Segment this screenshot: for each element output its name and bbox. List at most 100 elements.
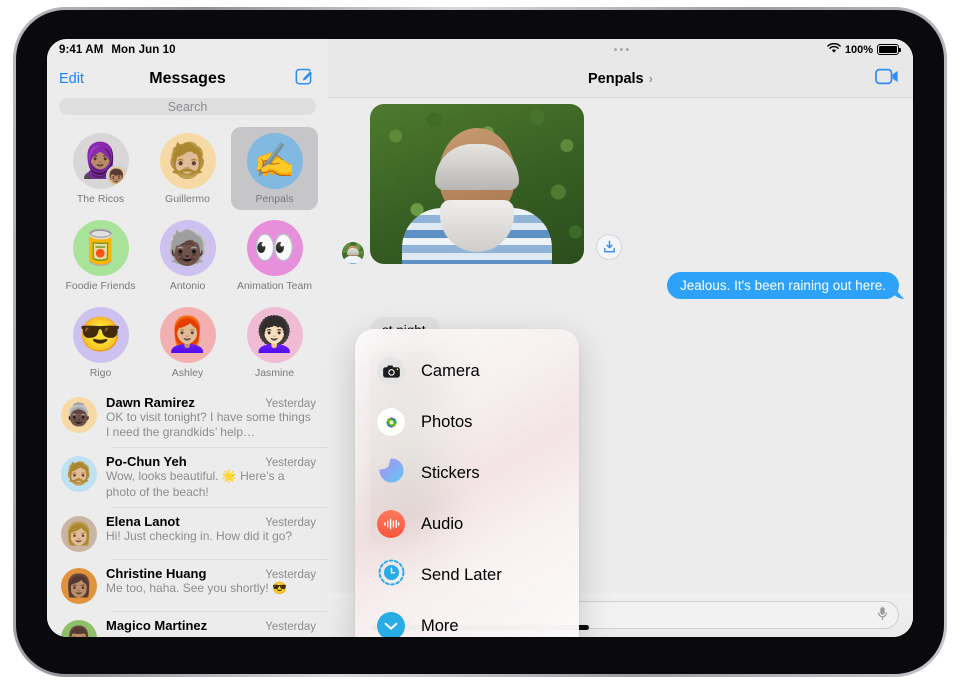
facetime-video-icon[interactable]: [875, 68, 899, 90]
ipad-screen: 9:41 AM Mon Jun 10 Edit Messages Search …: [47, 39, 913, 637]
attach-menu-item-more[interactable]: More: [355, 602, 579, 637]
pinned-conversation-animation-team[interactable]: 👀 Animation Team: [231, 214, 318, 297]
conversation-body: Magico Martinez Yesterday: [106, 618, 316, 637]
pinned-avatar: 🧓🏿: [159, 220, 216, 276]
avatar-emoji: 😎: [79, 316, 122, 354]
avatar-emoji: 👨🏽: [65, 625, 92, 637]
conversation-body: Po-Chun Yeh Yesterday Wow, looks beautiful…: [106, 454, 316, 499]
attach-menu-item-camera[interactable]: Camera: [355, 347, 579, 395]
pinned-avatar: 👩🏼‍🦰: [159, 307, 216, 363]
sidebar-header: Edit Messages: [47, 60, 328, 98]
pinned-label: Rigo: [89, 367, 112, 379]
edit-button[interactable]: Edit: [59, 71, 84, 87]
avatar-emoji: 👩🏼‍🦰: [166, 316, 209, 354]
pinned-label: Antonio: [169, 280, 206, 292]
audio-waveform-icon: [377, 510, 405, 538]
attach-menu-label: Send Later: [421, 565, 502, 584]
message-preview: Hi! Just checking in. How did it go?: [106, 528, 293, 543]
clock-dashed-icon: [378, 559, 405, 591]
attach-menu-item-audio[interactable]: Audio: [355, 500, 579, 548]
conversation-list: 👵🏿 Dawn Ramirez Yesterday OK to visit tonig…: [47, 386, 328, 637]
status-time: 9:41 AM: [59, 43, 104, 56]
message-timestamp: Yesterday: [265, 568, 316, 581]
microphone-icon[interactable]: [877, 606, 888, 624]
conversation-body: Dawn Ramirez Yesterday OK to visit tonight…: [106, 395, 316, 440]
pinned-avatar: 🥫: [72, 220, 129, 276]
camera-icon: [377, 357, 405, 385]
message-timestamp: Yesterday: [265, 457, 316, 470]
contact-avatar: 👩🏽: [61, 567, 97, 604]
avatar-emoji: 👵🏿: [65, 402, 93, 427]
attach-menu-label: Audio: [421, 514, 464, 533]
attachment-menu: Camera Photos Stickers Audio Send Later More: [355, 329, 579, 637]
pinned-label: Jasmine: [254, 367, 295, 379]
conversation-title-button[interactable]: Penpals ›: [588, 71, 653, 87]
conversation-list-item[interactable]: 👵🏿 Dawn Ramirez Yesterday OK to visit tonig…: [47, 388, 328, 447]
pinned-conversation-foodie-friends[interactable]: 🥫 Foodie Friends: [57, 214, 144, 297]
conversation-list-item[interactable]: 🧔🏼 Po-Chun Yeh Yesterday Wow, looks beautif…: [47, 447, 328, 506]
photo-attachment[interactable]: [370, 104, 584, 264]
pinned-avatar: 👀: [246, 220, 303, 276]
conversation-top-row: Po-Chun Yeh Yesterday: [106, 454, 316, 469]
pinned-label: Foodie Friends: [65, 280, 136, 292]
avatar-emoji: 🧔🏼: [65, 461, 93, 487]
conversation-list-item[interactable]: 👩🏼 Elena Lanot Yesterday Hi! Just checking …: [47, 506, 328, 559]
pinned-label: Ashley: [171, 367, 204, 379]
avatar-emoji: 👀: [253, 229, 296, 267]
pinned-avatar: 🧔🏼: [159, 133, 216, 189]
download-icon[interactable]: [596, 234, 622, 260]
page-title: Messages: [149, 70, 226, 87]
attach-menu-item-stickers[interactable]: Stickers: [355, 449, 579, 497]
status-indicators: 100%: [827, 42, 901, 57]
attach-menu-label: Stickers: [421, 463, 480, 482]
contact-avatar: 👨🏽: [61, 619, 97, 637]
contact-name: Po-Chun Yeh: [106, 454, 187, 470]
attach-menu-label: More: [421, 616, 459, 635]
sender-avatar: [342, 242, 364, 264]
pinned-conversation-ashley[interactable]: 👩🏼‍🦰 Ashley: [144, 301, 231, 384]
pinned-conversation-the-ricos[interactable]: 🧕🏽 👦🏽 The Ricos: [57, 127, 144, 210]
chevron-down-circle-icon: [377, 612, 405, 637]
multitask-dots: •••: [613, 43, 632, 56]
pinned-label: Guillermo: [165, 193, 210, 205]
clock-dashed-icon: [377, 559, 405, 591]
multitask-grabber[interactable]: •••: [328, 43, 827, 56]
attach-menu-item-photos[interactable]: Photos: [355, 398, 579, 446]
status-bar-left: 9:41 AM Mon Jun 10: [47, 39, 328, 60]
conversation-body: Elena Lanot Yesterday Hi! Just checking in…: [106, 514, 316, 552]
message-preview: Wow, looks beautiful. 🌟 Here’s a photo o…: [106, 469, 285, 499]
conversation-list-item[interactable]: 👩🏽 Christine Huang Yesterday Me too, haha. …: [47, 558, 328, 611]
conversation-top-row: Dawn Ramirez Yesterday: [106, 395, 316, 410]
ipad-device-frame: 9:41 AM Mon Jun 10 Edit Messages Search …: [13, 7, 947, 677]
outgoing-bubble[interactable]: Jealous. It's been raining out here.: [667, 272, 899, 299]
pinned-conversation-guillermo[interactable]: 🧔🏼 Guillermo: [144, 127, 231, 210]
pinned-conversation-penpals[interactable]: ✍️ Penpals: [231, 127, 318, 210]
avatar-emoji: 👩🏻‍🦱: [253, 316, 296, 354]
group-member-badge: 👦🏽: [105, 165, 128, 187]
status-bar-right: ••• 100%: [328, 39, 913, 60]
pinned-conversation-jasmine[interactable]: 👩🏻‍🦱 Jasmine: [231, 301, 318, 384]
message-timestamp: Yesterday: [265, 620, 316, 633]
contact-name: Magico Martinez: [106, 617, 208, 633]
battery-icon: [877, 44, 901, 55]
message-timestamp: Yesterday: [265, 516, 316, 529]
compose-icon[interactable]: [295, 67, 314, 91]
conversation-list-item[interactable]: 👨🏽 Magico Martinez Yesterday: [47, 610, 328, 637]
conversation-title: Penpals: [588, 70, 644, 87]
pinned-conversation-antonio[interactable]: 🧓🏿 Antonio: [144, 214, 231, 297]
avatar-emoji: 🧓🏿: [166, 229, 209, 267]
pinned-conversation-rigo[interactable]: 😎 Rigo: [57, 301, 144, 384]
battery-percent: 100%: [844, 43, 873, 56]
pinned-label: Penpals: [255, 193, 294, 205]
attach-menu-item-send-later[interactable]: Send Later: [355, 551, 579, 599]
search-input[interactable]: Search: [59, 98, 316, 115]
message-row: [342, 104, 899, 264]
stickers-icon: [378, 457, 405, 489]
photos-icon: [377, 408, 405, 436]
attach-menu-label: Photos: [421, 412, 473, 431]
conversation-top-row: Elena Lanot Yesterday: [106, 514, 316, 529]
conversation-body: Christine Huang Yesterday Me too, haha. Se…: [106, 566, 316, 604]
pinned-avatar: ✍️: [246, 133, 303, 189]
contact-name: Elena Lanot: [106, 513, 180, 529]
pinned-label: Animation Team: [236, 280, 313, 292]
